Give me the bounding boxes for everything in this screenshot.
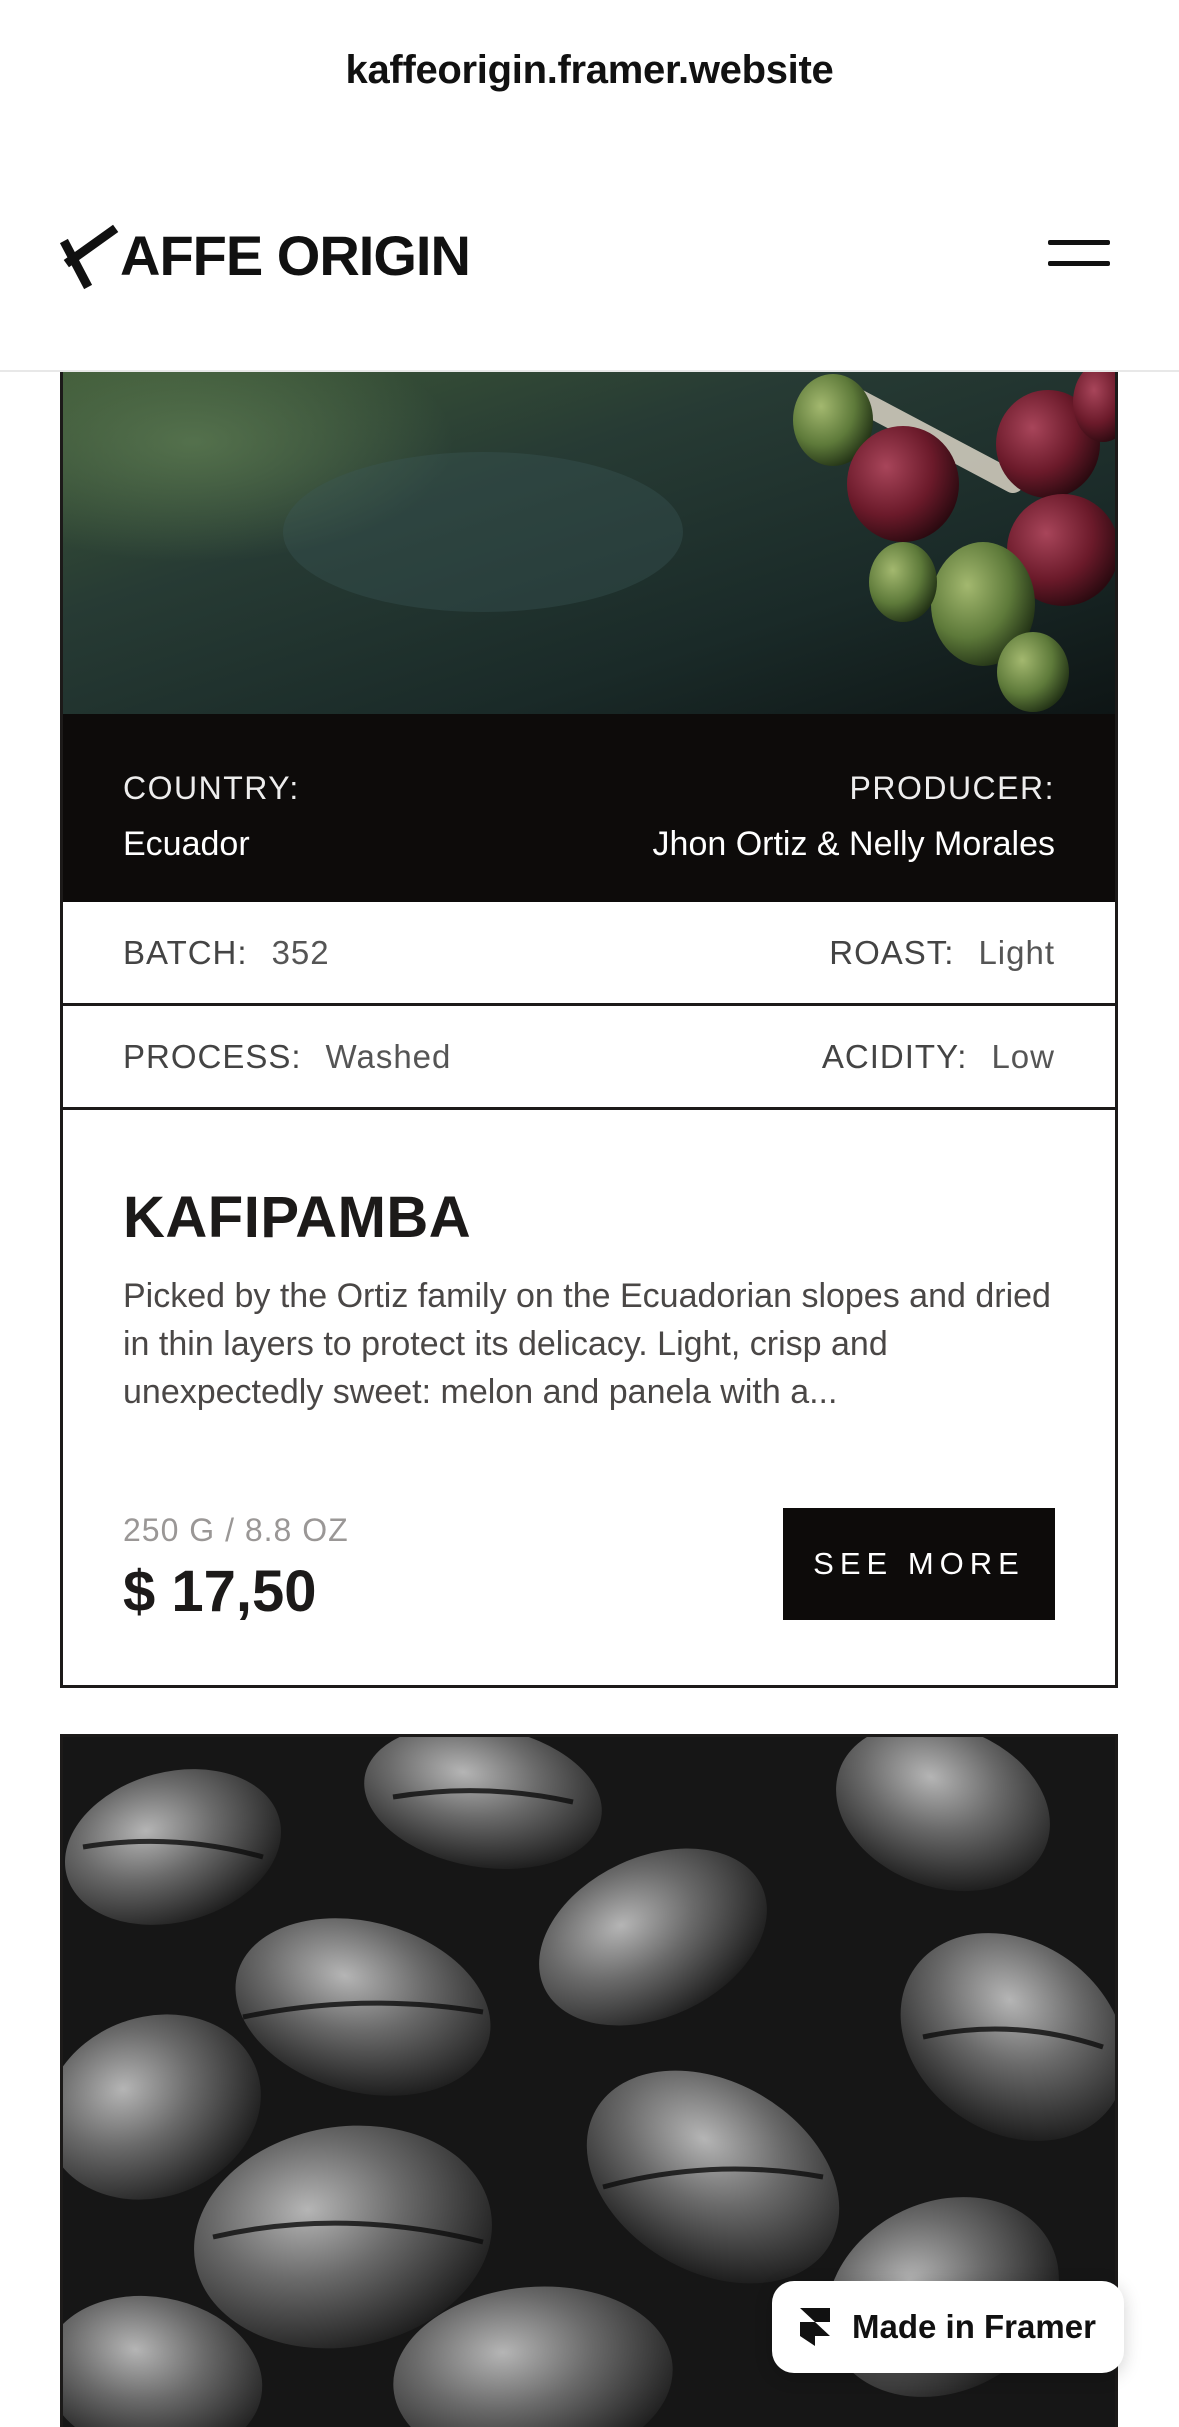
logo[interactable]: AFFE ORIGIN xyxy=(60,216,471,296)
process-value: Washed xyxy=(325,1037,452,1075)
site-header: AFFE ORIGIN xyxy=(0,140,1179,372)
country-label: COUNTRY: xyxy=(123,770,300,806)
origin-info-panel: COUNTRY: Ecuador PRODUCER: Jhon Ortiz & … xyxy=(63,714,1115,902)
product-title: KAFIPAMBA xyxy=(123,1185,472,1250)
roast-label: ROAST: xyxy=(829,933,955,971)
logo-k-mark-icon xyxy=(60,224,119,290)
hamburger-icon[interactable] xyxy=(1048,236,1112,272)
country-value: Ecuador xyxy=(123,825,250,863)
product-description: Picked by the Ortiz family on the Ecuado… xyxy=(123,1277,1051,1411)
product-weight: 250 G / 8.8 OZ xyxy=(123,1512,349,1548)
spec-row-process-acidity: PROCESS: Washed ACIDITY: Low xyxy=(63,1006,1115,1110)
url-text: kaffeorigin.framer.website xyxy=(345,47,834,92)
producer-value: Jhon Ortiz & Nelly Morales xyxy=(652,825,1055,863)
process-label: PROCESS: xyxy=(123,1037,302,1075)
badge-label: Made in Framer xyxy=(852,2308,1096,2345)
spec-row-batch-roast: BATCH: 352 ROAST: Light xyxy=(63,902,1115,1006)
batch-value: 352 xyxy=(271,933,330,971)
framer-icon xyxy=(800,2308,830,2346)
producer-label: PRODUCER: xyxy=(849,770,1055,806)
browser-url-bar[interactable]: kaffeorigin.framer.website xyxy=(0,0,1179,140)
made-in-framer-badge[interactable]: Made in Framer xyxy=(772,2281,1124,2373)
coffee-cherries-image xyxy=(63,372,1115,714)
roast-value: Light xyxy=(978,933,1055,971)
product-price: $ 17,50 xyxy=(123,1559,317,1624)
product-card: COUNTRY: Ecuador PRODUCER: Jhon Ortiz & … xyxy=(60,372,1118,1688)
product-details: KAFIPAMBA Picked by the Ortiz family on … xyxy=(63,1112,1115,1685)
acidity-value: Low xyxy=(991,1037,1055,1075)
batch-label: BATCH: xyxy=(123,933,248,971)
logo-wordmark: AFFE ORIGIN xyxy=(120,224,471,287)
acidity-label: ACIDITY: xyxy=(821,1037,968,1075)
see-more-button[interactable]: SEE MORE xyxy=(783,1508,1055,1620)
